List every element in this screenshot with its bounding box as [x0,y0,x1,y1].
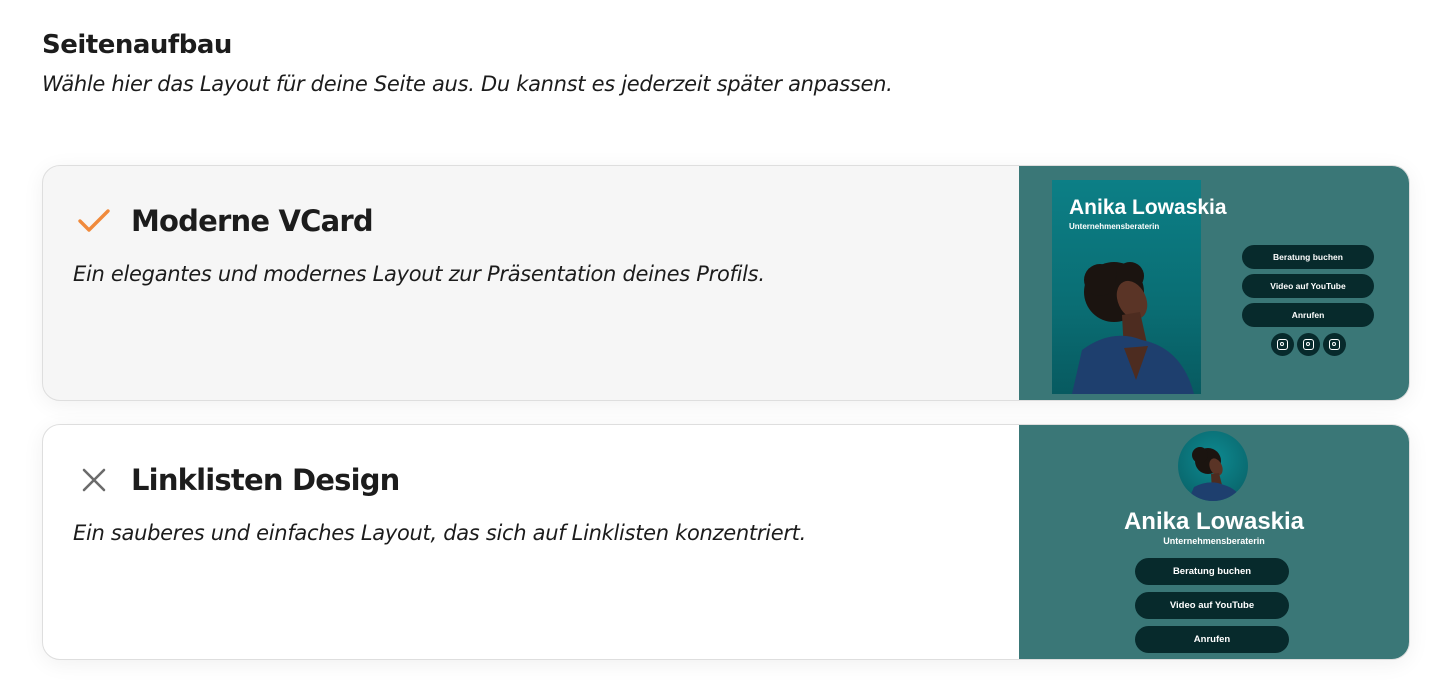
preview-button: Anrufen [1242,303,1374,327]
preview-button: Video auf YouTube [1242,274,1374,298]
layout-option-text: Moderne VCard Ein elegantes und modernes… [43,166,1019,400]
preview-button: Anrufen [1135,626,1289,653]
preview-role: Unternehmensberaterin [1163,536,1265,546]
layout-option-moderne-vcard[interactable]: Moderne VCard Ein elegantes und modernes… [42,165,1410,401]
instagram-icon [1297,333,1320,356]
layout-preview-vcard: Anika Lowaskia Unternehmensberaterin Ber… [1019,166,1409,400]
layout-option-description: Ein elegantes und modernes Layout zur Pr… [73,262,765,286]
layout-option-header: Linklisten Design [75,461,400,499]
layout-option-header: Moderne VCard [75,202,374,240]
preview-button: Beratung buchen [1242,245,1374,269]
layout-option-linklisten-design[interactable]: Linklisten Design Ein sauberes und einfa… [42,424,1410,660]
instagram-icon [1323,333,1346,356]
preview-button: Video auf YouTube [1135,592,1289,619]
preview-name: Anika Lowaskia [1123,508,1305,535]
layout-option-title: Moderne VCard [131,204,374,238]
layout-option-text: Linklisten Design Ein sauberes und einfa… [43,425,1019,659]
check-icon [75,202,113,240]
preview-role: Unternehmensberaterin [1069,222,1160,231]
section-title: Seitenaufbau [42,30,232,60]
layout-option-description: Ein sauberes und einfaches Layout, das s… [73,521,806,545]
preview-name: Anika Lowaskia [1069,196,1227,219]
avatar [1178,431,1248,501]
instagram-icon [1271,333,1294,356]
section-header: Seitenaufbau Wähle hier das Layout für d… [42,28,893,96]
preview-button: Beratung buchen [1135,558,1289,585]
section-subtitle: Wähle hier das Layout für deine Seite au… [42,72,893,96]
layout-option-title: Linklisten Design [131,463,400,497]
layout-preview-linklist: Anika Lowaskia Unternehmensberaterin Ber… [1019,425,1409,659]
close-icon [75,461,113,499]
